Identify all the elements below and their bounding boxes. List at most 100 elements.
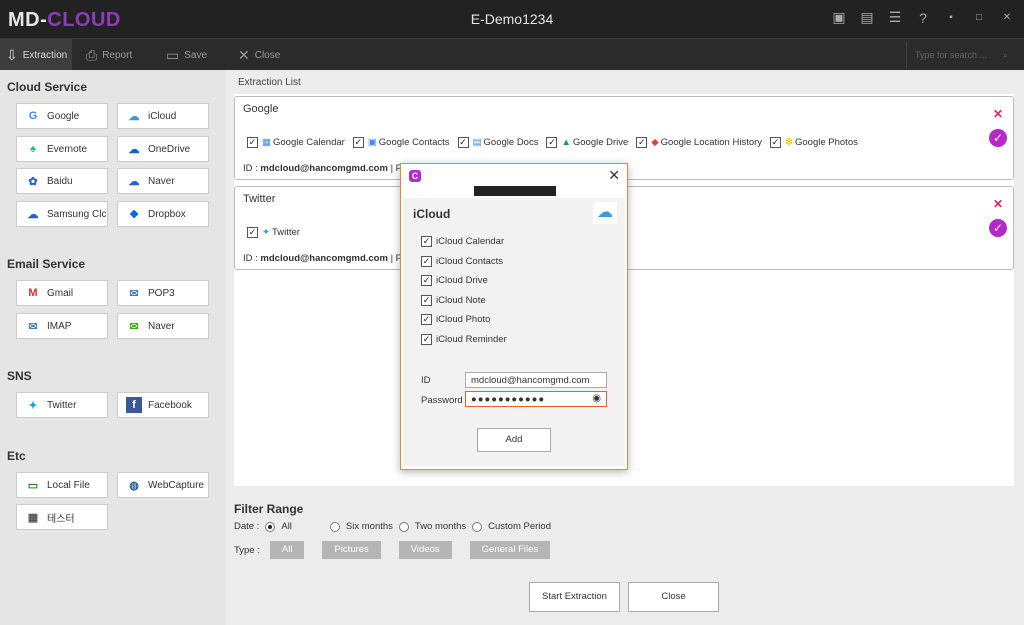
eye-icon[interactable]: ◉ — [592, 393, 602, 404]
save-button[interactable]: ▭ Save — [160, 39, 213, 71]
radio-custom-period[interactable] — [472, 521, 483, 532]
type-general-files-button[interactable]: General Files — [469, 541, 551, 559]
item-label: iCloud Drive — [436, 275, 488, 286]
id-field[interactable]: mdcloud@hancomgmd.com — [465, 372, 607, 388]
checkbox[interactable]: ✓ — [636, 137, 648, 148]
check-circle-icon: ✓ — [989, 219, 1007, 237]
close-button[interactable]: Close — [628, 582, 719, 612]
card-title: Google — [243, 103, 279, 115]
checkbox[interactable]: ✓ — [421, 314, 432, 325]
checkbox[interactable]: ✓ — [546, 137, 558, 148]
icloud-icon: ☁ — [593, 202, 617, 224]
type-filter-row: Type : All Pictures Videos General Files — [234, 541, 551, 559]
sidebar-item-evernote[interactable]: ♠ Evernote — [16, 136, 108, 162]
sidebar-item-naver[interactable]: ☁ Naver — [117, 168, 209, 194]
twitter-items: ✓ ✦ Twitter — [247, 227, 300, 238]
google-drive-checkbox[interactable]: ✓ ▲ Google Drive — [546, 137, 628, 148]
radio-six-months[interactable] — [329, 521, 340, 532]
type-videos-button[interactable]: Videos — [398, 541, 452, 559]
checkbox[interactable]: ✓ — [421, 275, 432, 286]
sidebar-item-naver-mail[interactable]: ✉ Naver — [117, 313, 209, 339]
type-pictures-button[interactable]: Pictures — [322, 541, 381, 559]
twitter-checkbox[interactable]: ✓ ✦ Twitter — [247, 227, 300, 238]
drive-icon: ▲ — [561, 137, 571, 148]
remove-icon[interactable]: ✕ — [993, 197, 1003, 211]
checkbox[interactable]: ✓ — [421, 295, 432, 306]
google-docs-checkbox[interactable]: ✓ ▤ Google Docs — [457, 137, 538, 148]
start-extraction-button[interactable]: Start Extraction — [529, 582, 620, 612]
radio-all[interactable] — [265, 521, 276, 532]
icloud-drive-checkbox[interactable]: ✓ iCloud Drive — [421, 275, 488, 286]
checkbox[interactable]: ✓ — [421, 256, 432, 267]
dialog-close-icon[interactable]: ✕ — [608, 167, 620, 184]
sidebar-item-facebook[interactable]: f Facebook — [117, 392, 209, 418]
sidebar-item-local-file[interactable]: ▭ Local File — [16, 472, 108, 498]
dialog-drag-handle[interactable] — [474, 186, 556, 196]
extraction-label: Extraction — [22, 49, 68, 61]
samsung-cloud-icon: ☁ — [27, 208, 39, 221]
checkbox[interactable]: ✓ — [770, 137, 782, 148]
sidebar-item-google[interactable]: G Google — [16, 103, 108, 129]
type-all-button[interactable]: All — [269, 541, 305, 559]
sidebar-item-baidu[interactable]: ✿ Baidu — [16, 168, 108, 194]
report-button[interactable]: ⎙ Report — [80, 39, 138, 71]
monitor-icon[interactable]: ▣ — [830, 9, 848, 26]
maximize-icon[interactable]: □ — [970, 12, 988, 23]
sidebar-item-pop3[interactable]: ✉ POP3 — [117, 280, 209, 306]
sidebar-item-icloud[interactable]: ☁ iCloud — [117, 103, 209, 129]
icloud-calendar-checkbox[interactable]: ✓ iCloud Calendar — [421, 236, 504, 247]
evernote-icon: ♠ — [30, 143, 36, 155]
type-label: Type : — [234, 544, 260, 556]
envelope-icon: ✉ — [129, 287, 139, 300]
icloud-note-checkbox[interactable]: ✓ iCloud Note — [421, 295, 486, 306]
search-input[interactable]: Type for search ... ⌕ — [906, 42, 1016, 68]
etc-heading: Etc — [7, 449, 26, 463]
app-icon: C — [409, 170, 421, 182]
sidebar-item-label: Gmail — [47, 287, 74, 299]
sidebar-item-imap[interactable]: ✉ IMAP — [16, 313, 108, 339]
report-label: Report — [102, 49, 133, 61]
search-placeholder: Type for search ... — [915, 50, 988, 60]
twitter-icon: ✦ — [28, 399, 38, 412]
google-location-history-checkbox[interactable]: ✓ ◆ Google Location History — [636, 137, 762, 148]
checkbox[interactable]: ✓ — [421, 334, 432, 345]
checkbox[interactable]: ✓ — [247, 227, 258, 238]
radio-label: Six months — [345, 521, 393, 532]
sidebar-item-gmail[interactable]: M Gmail — [16, 280, 108, 306]
sidebar-item-samsung-cloud[interactable]: ☁ Samsung Clc — [16, 201, 108, 227]
google-contacts-checkbox[interactable]: ✓ ▣ Google Contacts — [352, 137, 450, 148]
checkbox[interactable]: ✓ — [352, 137, 364, 148]
separator: | — [390, 253, 394, 264]
icloud-contacts-checkbox[interactable]: ✓ iCloud Contacts — [421, 256, 503, 267]
password-field[interactable]: ●●●●●●●●●●● ◉ — [465, 391, 607, 407]
cloud-service-heading: Cloud Service — [7, 80, 88, 94]
sidebar-item-label: IMAP — [47, 320, 72, 332]
checkbox[interactable]: ✓ — [247, 137, 258, 148]
sidebar-item-twitter[interactable]: ✦ Twitter — [16, 392, 108, 418]
sidebar-item-webcapture[interactable]: ◍ WebCapture — [117, 472, 209, 498]
radio-two-months[interactable] — [398, 521, 409, 532]
sidebar-item-tester[interactable]: ▦ 테스터 — [16, 504, 108, 530]
report-check-icon[interactable]: ▤ — [858, 9, 876, 26]
sliders-icon[interactable]: ☰ — [886, 9, 904, 26]
google-photos-checkbox[interactable]: ✓ ✻ Google Photos — [770, 137, 858, 148]
sidebar-item-onedrive[interactable]: ☁ OneDrive — [117, 136, 209, 162]
google-calendar-checkbox[interactable]: ✓ ▦ Google Calendar — [247, 137, 345, 148]
close-icon[interactable]: ✕ — [998, 12, 1016, 23]
item-label: iCloud Calendar — [436, 236, 505, 247]
extraction-button[interactable]: ⇩ Extraction — [0, 39, 72, 71]
icloud-photo-checkbox[interactable]: ✓ iCloud Photo — [421, 314, 490, 325]
save-icon: ▭ — [166, 46, 180, 63]
radio-label: Custom Period — [488, 521, 551, 532]
sidebar-item-dropbox[interactable]: ❖ Dropbox — [117, 201, 209, 227]
help-icon[interactable]: ? — [914, 10, 932, 26]
icloud-reminder-checkbox[interactable]: ✓ iCloud Reminder — [421, 334, 507, 345]
minimize-icon[interactable]: ▪ — [942, 12, 960, 23]
remove-icon[interactable]: ✕ — [993, 107, 1003, 121]
calendar-icon: ▦ — [262, 137, 271, 148]
checkbox[interactable]: ✓ — [457, 137, 469, 148]
checkbox[interactable]: ✓ — [421, 236, 432, 247]
naver-mail-icon: ✉ — [129, 320, 139, 333]
add-button[interactable]: Add — [477, 428, 551, 452]
close-toolbar-button[interactable]: ✕ Close — [232, 39, 286, 71]
